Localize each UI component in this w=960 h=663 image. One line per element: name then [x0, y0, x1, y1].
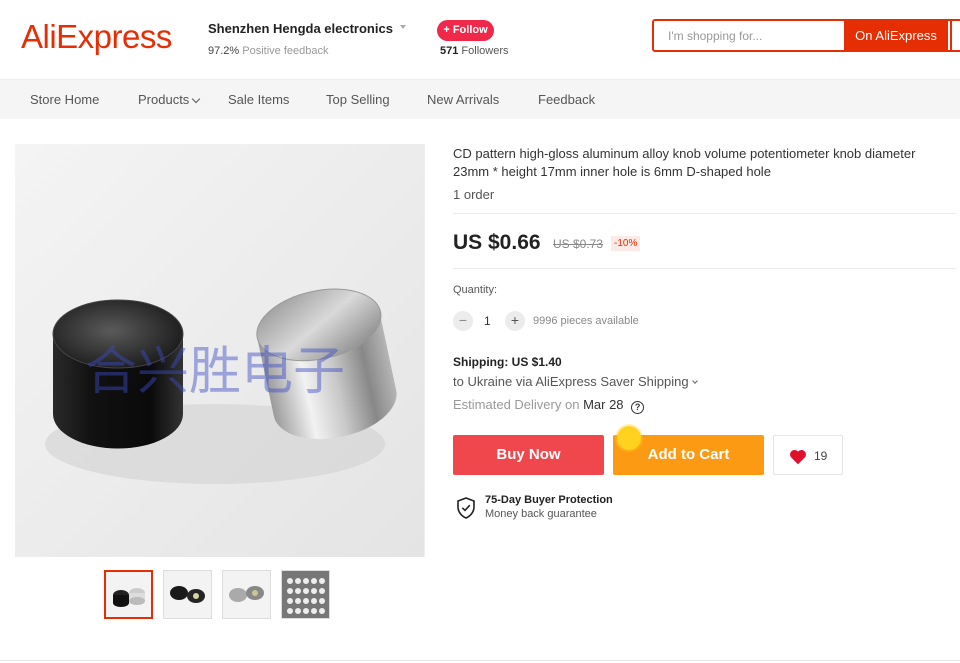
caret-down-icon[interactable]: [400, 25, 406, 29]
quantity-value[interactable]: 1: [484, 314, 491, 328]
delivery-label: Estimated Delivery on: [453, 397, 580, 412]
search-aliexpress-button[interactable]: On AliExpress: [844, 21, 948, 50]
current-price: US $0.66: [453, 231, 541, 254]
nav-products[interactable]: Products: [138, 92, 201, 107]
thumbnail-4[interactable]: [281, 570, 330, 619]
shield-check-icon: [457, 497, 475, 519]
nav-new-arrivals[interactable]: New Arrivals: [427, 92, 499, 107]
chevron-down-icon: [691, 378, 698, 384]
divider: [453, 213, 956, 214]
knobs-photo: 合兴胜电子: [15, 144, 424, 557]
watermark-text: 合兴胜电子: [85, 342, 345, 402]
feedback-label: Positive feedback: [242, 45, 329, 57]
search-input[interactable]: [654, 21, 844, 50]
divider: [453, 268, 956, 269]
thumbnail-image: [223, 571, 270, 618]
nav-products-label: Products: [138, 92, 190, 107]
store-header: AliExpress Shenzhen Hengda electronics 9…: [0, 0, 960, 78]
order-count: 1 order: [453, 187, 495, 202]
wishlist-count: 19: [814, 449, 828, 463]
followers-label: Followers: [461, 45, 509, 57]
thumbnail-image: [282, 571, 329, 618]
buyer-protection-subtitle: Money back guarantee: [485, 508, 597, 520]
nav-store-home[interactable]: Store Home: [30, 92, 99, 107]
search-bar: On AliExpress In: [652, 19, 960, 52]
discount-badge: -10%: [611, 236, 641, 251]
available-stock: 9996 pieces available: [533, 315, 639, 327]
aliexpress-logo[interactable]: AliExpress: [21, 18, 172, 56]
quantity-decrease-button[interactable]: −: [453, 311, 473, 331]
search-in-store-button[interactable]: In: [950, 21, 960, 50]
thumbnail-image: [106, 572, 151, 617]
thumbnail-3[interactable]: [222, 570, 271, 619]
nav-sale-items[interactable]: Sale Items: [228, 92, 289, 107]
thumbnail-image: [164, 571, 211, 618]
help-icon[interactable]: ?: [631, 401, 645, 414]
heart-icon: [790, 449, 806, 465]
divider: [0, 660, 960, 661]
feedback-percent: 97.2%: [208, 45, 240, 57]
estimated-delivery: Estimated Delivery on Mar 28 ?: [453, 397, 645, 414]
product-title: CD pattern high-gloss aluminum alloy kno…: [453, 146, 916, 179]
quantity-increase-button[interactable]: +: [505, 311, 525, 331]
delivery-date: Mar 28: [583, 397, 624, 412]
product-main-image[interactable]: 合兴胜电子: [15, 144, 425, 557]
shipping-cost: Shipping: US $1.40: [453, 355, 562, 369]
follow-button[interactable]: + Follow: [437, 20, 494, 41]
coin-icon: [617, 426, 641, 450]
chevron-down-icon: [192, 94, 201, 104]
buyer-protection-title: 75-Day Buyer Protection: [485, 494, 613, 506]
followers-number: 571: [440, 45, 459, 57]
nav-top-selling[interactable]: Top Selling: [326, 92, 390, 107]
nav-feedback[interactable]: Feedback: [538, 92, 595, 107]
store-feedback: 97.2% Positive feedback: [208, 45, 328, 57]
quantity-label: Quantity:: [453, 284, 498, 296]
shipping-destination-label: to Ukraine via AliExpress Saver Shipping: [453, 374, 689, 389]
shipping-destination[interactable]: to Ukraine via AliExpress Saver Shipping: [453, 374, 698, 389]
store-nav: Store Home Products Sale Items Top Selli…: [0, 79, 960, 119]
original-price: US $0.73: [553, 237, 604, 251]
wishlist-button[interactable]: 19: [773, 435, 843, 475]
thumbnail-2[interactable]: [163, 570, 212, 619]
store-name[interactable]: Shenzhen Hengda electronics: [208, 21, 393, 36]
followers-count: 571 Followers: [440, 45, 509, 57]
thumbnail-1[interactable]: [104, 570, 153, 619]
buy-now-button[interactable]: Buy Now: [453, 435, 604, 475]
